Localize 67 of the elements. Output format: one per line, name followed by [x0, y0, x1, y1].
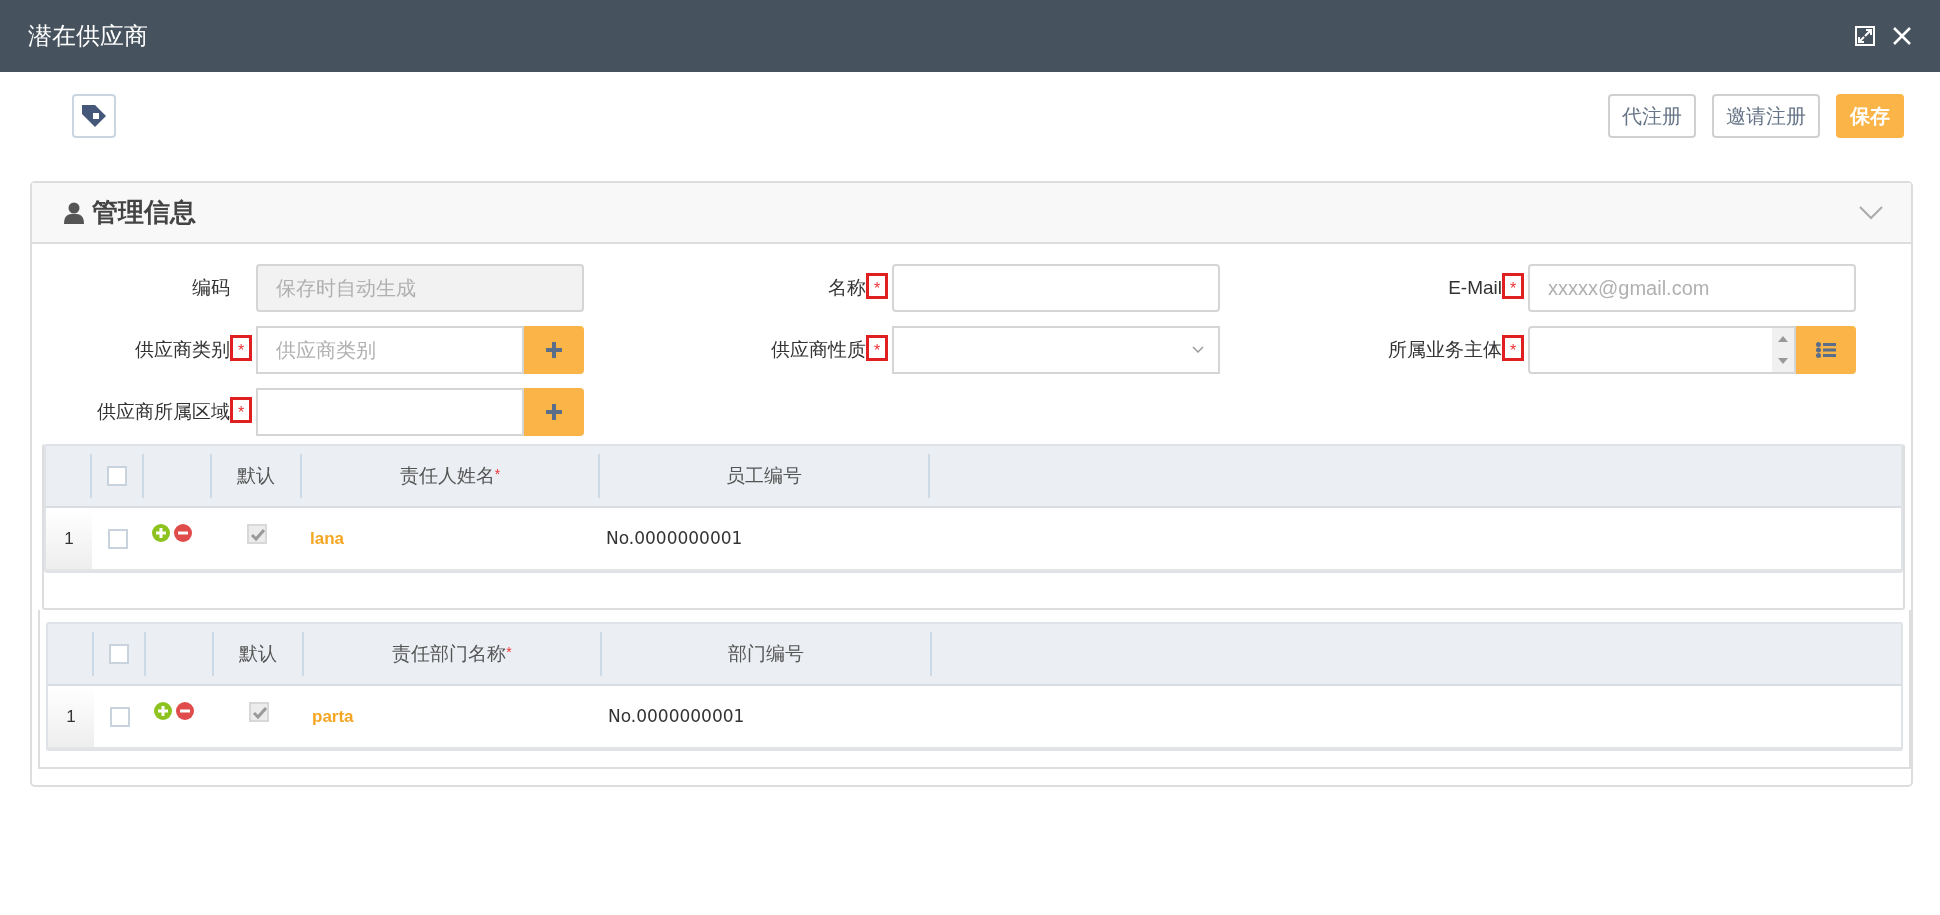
plus-icon: [545, 403, 563, 421]
input-field[interactable]: 供应商类别: [256, 326, 524, 374]
required-mark: *: [494, 465, 501, 484]
panel-title: 管理信息: [92, 196, 196, 229]
column-header: 默认: [239, 641, 277, 666]
table-cell-text: No.0000000001: [605, 526, 744, 550]
required-mark: *: [230, 397, 252, 424]
maximize-icon: [1854, 25, 1876, 47]
name-link[interactable]: lana: [302, 525, 600, 552]
add-row-button[interactable]: [154, 702, 172, 720]
field-label: 名称: [828, 277, 866, 299]
plus-circle-icon: [152, 524, 170, 542]
field-label: E-Mail: [1448, 277, 1502, 299]
select-field[interactable]: [892, 326, 1220, 374]
select-all-checkbox[interactable]: [109, 644, 129, 664]
action-button[interactable]: 邀请注册: [1712, 94, 1820, 138]
add-button[interactable]: [524, 326, 584, 374]
add-row-button[interactable]: [152, 524, 170, 542]
table-cell-text: No.0000000001: [607, 704, 746, 728]
plus-circle-icon: [154, 702, 172, 720]
collapse-toggle[interactable]: [1859, 205, 1883, 220]
chevron-icon: [1859, 205, 1883, 220]
row-checkbox[interactable]: [108, 528, 128, 549]
column-header: 默认: [237, 463, 275, 488]
required-mark: *: [866, 273, 888, 300]
field-label: 供应商类别: [135, 339, 230, 361]
select-all-checkbox[interactable]: [107, 466, 127, 486]
user-icon: [64, 201, 84, 224]
column-header: 部门编号: [728, 641, 804, 666]
column-header: 责任人姓名: [399, 463, 495, 488]
list-button[interactable]: [1796, 326, 1856, 374]
required-mark: *: [230, 335, 252, 362]
row-number: 1: [64, 527, 74, 550]
field-label: 供应商性质: [771, 339, 866, 361]
field-label: 供应商所属区域: [97, 401, 230, 423]
row-number: 1: [66, 705, 76, 728]
minus-circle-icon: [176, 702, 194, 720]
required-mark: *: [1502, 273, 1524, 300]
input-field[interactable]: xxxxx@gmail.com: [1528, 264, 1856, 312]
list-icon: [1816, 342, 1836, 358]
down-arrow-icon[interactable]: [1777, 357, 1789, 365]
plus-icon: [545, 341, 563, 359]
action-button[interactable]: 代注册: [1608, 94, 1696, 138]
remove-row-button[interactable]: [176, 702, 194, 720]
field-label: 编码: [192, 276, 230, 298]
name-link[interactable]: parta: [304, 703, 602, 730]
maximize-button[interactable]: [1854, 25, 1876, 47]
close-button[interactable]: [1892, 26, 1912, 46]
remove-row-button[interactable]: [174, 524, 192, 542]
input-field[interactable]: [892, 264, 1220, 312]
up-arrow-icon[interactable]: [1777, 335, 1789, 343]
minus-circle-icon: [174, 524, 192, 542]
tag-button[interactable]: [72, 94, 116, 138]
chevron-down-icon: [1192, 346, 1204, 354]
column-header: 员工编号: [726, 463, 802, 488]
column-header: 责任部门名称: [392, 641, 507, 666]
required-mark: *: [506, 643, 512, 660]
required-mark: *: [866, 335, 888, 362]
input-field[interactable]: [256, 388, 524, 436]
save-button[interactable]: 保存: [1836, 94, 1904, 138]
number-field[interactable]: [1528, 326, 1796, 374]
row-checkbox[interactable]: [110, 706, 130, 727]
window-title: 潜在供应商: [28, 21, 148, 51]
required-mark: *: [1502, 335, 1524, 362]
add-button[interactable]: [524, 388, 584, 436]
field-label: 所属业务主体: [1388, 339, 1502, 361]
close-icon: [1892, 26, 1912, 46]
